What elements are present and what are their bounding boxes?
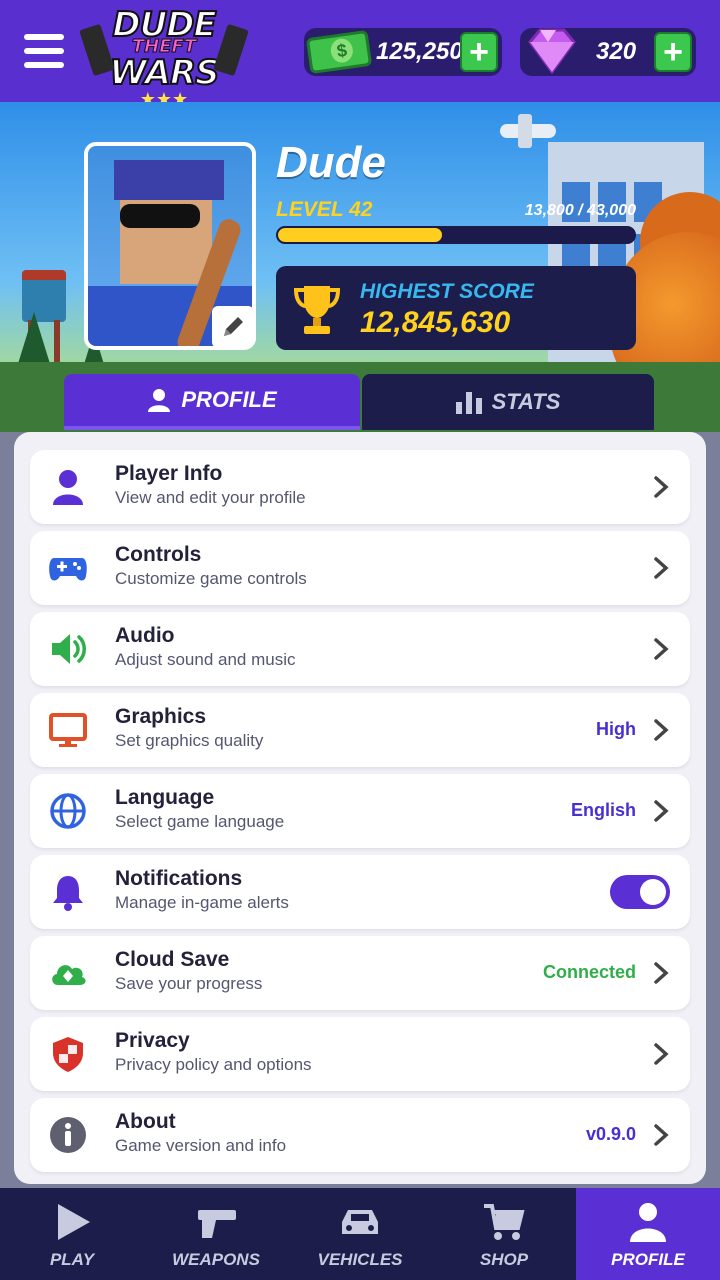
cash-counter: 125,250 +	[304, 28, 502, 76]
chevron-right-icon	[654, 557, 669, 579]
row-subtitle: Set graphics quality	[115, 731, 264, 750]
chevron-right-icon	[654, 800, 669, 822]
row-subtitle: View and edit your profile	[115, 488, 306, 507]
cloud-icon	[52, 965, 86, 985]
xp-progress-fill	[278, 228, 442, 242]
cloud-save-status: Connected	[542, 962, 636, 982]
row-subtitle: Adjust sound and music	[115, 650, 296, 669]
person-icon	[148, 389, 171, 412]
trophy-icon	[293, 286, 341, 334]
player-level: LEVEL 42	[276, 198, 373, 221]
row-title: Notifications	[115, 867, 243, 890]
row-subtitle: Select game language	[115, 812, 285, 831]
row-subtitle: Manage in-game alerts	[115, 893, 289, 912]
chevron-right-icon	[654, 1043, 669, 1065]
add-gems-button[interactable]: +	[654, 32, 692, 72]
highest-score-card: HIGHEST SCORE 12,845,630	[276, 266, 636, 350]
settings-row-graphics[interactable]: Graphics Set graphics quality High	[30, 693, 690, 767]
xp-text: 13,800 / 43,000	[524, 202, 636, 219]
play-icon	[58, 1204, 90, 1240]
row-subtitle: Customize game controls	[115, 569, 307, 588]
speaker-icon	[52, 634, 86, 664]
row-subtitle: Privacy policy and options	[115, 1055, 312, 1074]
car-icon	[342, 1210, 378, 1234]
cash-icon	[305, 29, 373, 75]
nav-shop[interactable]: SHOP	[432, 1188, 576, 1280]
toggle-knob	[640, 879, 666, 905]
highest-score-value: 12,845,630	[360, 306, 511, 339]
bar-chart-icon	[455, 392, 482, 414]
language-value: English	[570, 800, 636, 820]
tab-stats-label: STATS	[491, 389, 561, 414]
row-title: Privacy	[115, 1029, 190, 1052]
chevron-right-icon	[654, 638, 669, 660]
chevron-right-icon	[654, 1124, 669, 1146]
globe-icon	[50, 793, 86, 829]
cart-icon	[484, 1204, 525, 1240]
person-icon	[53, 470, 83, 505]
settings-row-privacy[interactable]: Privacy Privacy policy and options	[30, 1017, 690, 1091]
bell-icon	[53, 876, 83, 911]
nav-label: PROFILE	[611, 1250, 685, 1269]
nav-label: VEHICLES	[317, 1250, 403, 1269]
hamburger-menu-icon[interactable]	[24, 34, 64, 68]
gun-icon	[198, 1210, 236, 1238]
settings-panel: Player Info View and edit your profile C…	[14, 432, 706, 1184]
info-icon	[50, 1117, 86, 1153]
settings-row-player-info[interactable]: Player Info View and edit your profile	[30, 450, 690, 524]
row-subtitle: Game version and info	[115, 1136, 287, 1155]
airplane-decoration	[500, 114, 556, 148]
row-title: Controls	[115, 543, 202, 566]
nav-label: WEAPONS	[172, 1250, 260, 1269]
tab-stats[interactable]: STATS	[362, 374, 654, 430]
pencil-icon	[224, 317, 243, 336]
nav-profile[interactable]: PROFILE	[576, 1188, 720, 1280]
tab-profile-label: PROFILE	[181, 387, 277, 412]
nav-label: SHOP	[479, 1250, 529, 1269]
chevron-right-icon	[654, 476, 669, 498]
settings-row-cloud-save[interactable]: Cloud Save Save your progress Connected	[30, 936, 690, 1010]
gem-icon	[528, 28, 576, 75]
player-name: Dude	[276, 138, 386, 187]
chevron-right-icon	[654, 962, 669, 984]
row-title: Graphics	[115, 705, 207, 728]
notifications-toggle[interactable]	[610, 875, 670, 909]
edit-avatar-button[interactable]	[212, 306, 254, 348]
settings-row-controls[interactable]: Controls Customize game controls	[30, 531, 690, 605]
row-title: Language	[115, 786, 215, 809]
xp-progress-bar	[276, 226, 636, 244]
gamepad-icon	[49, 558, 87, 581]
shield-icon	[53, 1037, 83, 1072]
settings-row-language[interactable]: Language Select game language English	[30, 774, 690, 848]
row-title: Audio	[115, 624, 175, 647]
nav-weapons[interactable]: WEAPONS	[144, 1188, 288, 1280]
gem-value: 320	[596, 38, 637, 65]
nav-vehicles[interactable]: VEHICLES	[288, 1188, 432, 1280]
add-cash-button[interactable]: +	[460, 32, 498, 72]
nav-label: PLAY	[49, 1250, 95, 1269]
bottom-navigation: PLAY WEAPONS VEHICLES SHOP PROFILE	[0, 1188, 720, 1280]
top-bar: DUDE THEFT WARS ★★★ 125,250 + 320 +	[0, 0, 720, 108]
settings-row-notifications: Notifications Manage in-game alerts	[30, 855, 690, 929]
row-title: Cloud Save	[115, 948, 230, 971]
person-icon	[630, 1203, 666, 1242]
settings-row-about[interactable]: About Game version and info v0.9.0	[30, 1098, 690, 1172]
graphics-quality-value: High	[596, 719, 636, 739]
settings-row-audio[interactable]: Audio Adjust sound and music	[30, 612, 690, 686]
row-subtitle: Save your progress	[115, 974, 263, 993]
row-title: Player Info	[115, 462, 223, 485]
gem-counter: 320 +	[520, 28, 696, 76]
version-value: v0.9.0	[585, 1124, 636, 1144]
nav-play[interactable]: PLAY	[0, 1188, 144, 1280]
cash-value: 125,250	[376, 38, 463, 65]
chevron-right-icon	[654, 719, 669, 741]
tab-profile[interactable]: PROFILE	[64, 374, 360, 430]
game-logo: DUDE THEFT WARS ★★★	[79, 7, 249, 108]
row-title: About	[115, 1110, 176, 1133]
monitor-icon	[49, 713, 87, 747]
highest-score-label: HIGHEST SCORE	[360, 280, 534, 303]
